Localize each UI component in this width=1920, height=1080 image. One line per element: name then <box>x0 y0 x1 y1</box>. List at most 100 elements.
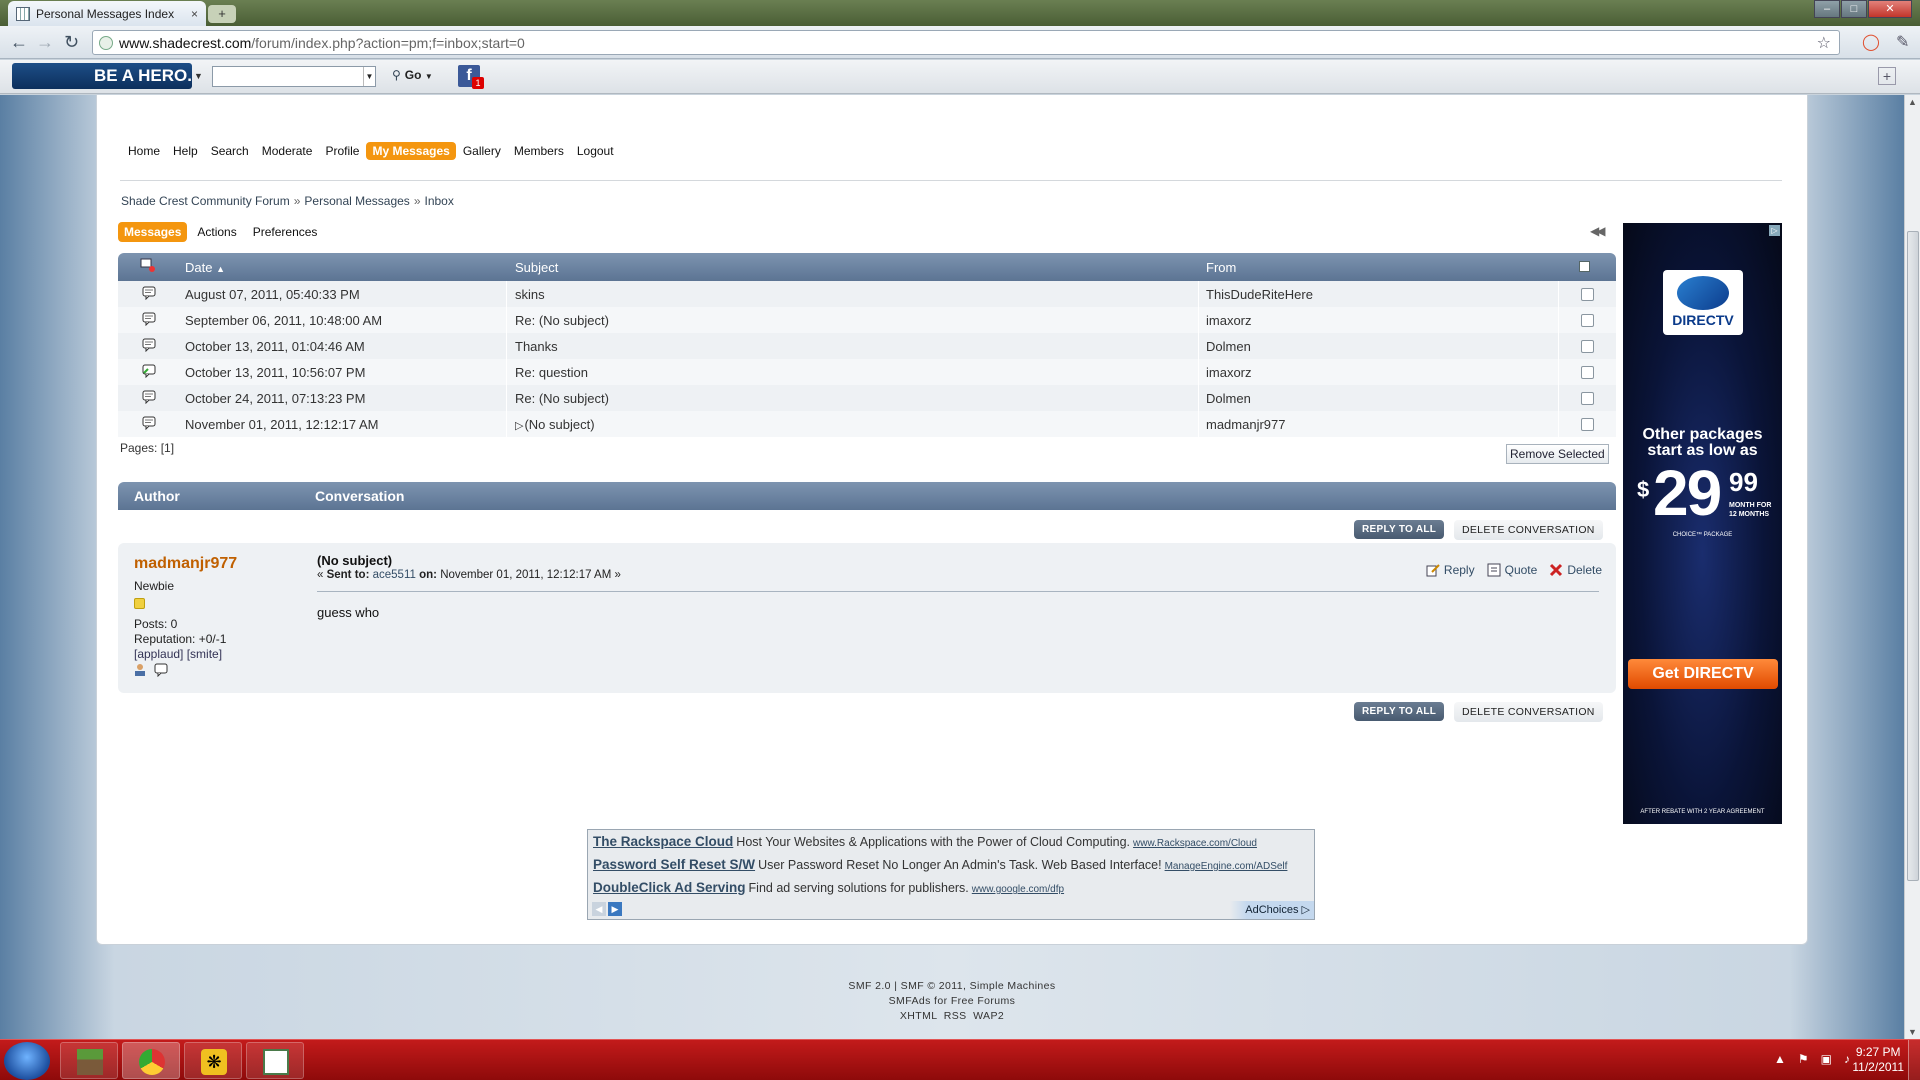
back-arrow-icon[interactable]: ← <box>10 32 28 53</box>
address-bar[interactable]: www.shadecrest.com /forum/index.php?acti… <box>92 30 1840 55</box>
karma-links[interactable]: [applaud] [smite] <box>134 647 222 661</box>
recipient-link[interactable]: ace5511 <box>373 569 416 581</box>
tray-expand-icon[interactable]: ▲ <box>1774 1052 1786 1066</box>
text-ad-url[interactable]: ManageEngine.com/ADSelf <box>1165 861 1288 872</box>
menu-moderate[interactable]: Moderate <box>256 142 319 160</box>
pm-from[interactable]: imaxorz <box>1206 313 1252 328</box>
new-tab-button[interactable]: + <box>208 5 236 23</box>
toolbar-add-icon[interactable]: + <box>1878 67 1896 85</box>
text-ad-item[interactable]: DoubleClick Ad Serving Find ad serving so… <box>593 880 1064 895</box>
pm-from[interactable]: imaxorz <box>1206 365 1252 380</box>
select-all-checkbox[interactable] <box>1579 261 1590 272</box>
header-from[interactable]: From <box>1206 260 1236 275</box>
poster-name[interactable]: madmanjr977 <box>134 555 237 573</box>
pm-row[interactable]: October 13, 2011, 01:04:46 AM Thanks Dolme… <box>118 333 1616 359</box>
quote-button[interactable]: Quote <box>1487 563 1537 577</box>
pm-select-checkbox[interactable] <box>1581 340 1594 353</box>
start-button[interactable] <box>4 1042 50 1080</box>
pm-row[interactable]: September 06, 2011, 10:48:00 AM Re: (No s… <box>118 307 1616 333</box>
pm-subject[interactable]: Re: (No subject) <box>515 313 609 328</box>
pm-subject[interactable]: Re: question <box>515 365 588 380</box>
menu-members[interactable]: Members <box>508 142 570 160</box>
footer-smfads[interactable]: SMFAds for Free Forums <box>0 994 1904 1009</box>
menu-my-messages[interactable]: My Messages <box>366 142 456 160</box>
reply-to-all-button-bottom[interactable]: REPLY TO ALL <box>1354 702 1445 721</box>
menu-help[interactable]: Help <box>167 142 204 160</box>
profile-icon[interactable] <box>134 663 148 677</box>
ad-cta-button[interactable]: Get DIRECTV <box>1628 659 1778 689</box>
collapse-sidebar-icon[interactable]: ◀◀ <box>1590 224 1606 238</box>
bookmark-star-icon[interactable]: ☆ <box>1817 33 1831 53</box>
go-button[interactable]: ⚲ Go ▼ <box>392 68 433 82</box>
ad-prev-icon[interactable]: ◀ <box>592 902 606 916</box>
forward-arrow-icon[interactable]: → <box>36 32 54 53</box>
taskbar-app-minecraft[interactable] <box>60 1042 118 1079</box>
pm-row[interactable]: October 13, 2011, 10:56:07 PM Re: questio… <box>118 359 1616 385</box>
action-center-icon[interactable]: ⚑ <box>1798 1052 1809 1066</box>
pm-from[interactable]: madmanjr977 <box>1206 417 1286 432</box>
pm-subject-text[interactable]: Re: (No subject) <box>515 391 609 406</box>
minimize-button[interactable]: – <box>1814 0 1840 18</box>
remove-selected-button[interactable]: Remove Selected <box>1506 444 1609 464</box>
adchoices-link[interactable]: AdChoices ▷ <box>1230 901 1314 919</box>
pm-row[interactable]: October 24, 2011, 07:13:23 PM Re: (No sub… <box>118 385 1616 411</box>
text-ad-title[interactable]: Password Self Reset S/W <box>593 857 755 872</box>
search-dropdown-icon[interactable]: ▼ <box>363 67 375 86</box>
delete-conversation-button[interactable]: DELETE CONVERSATION <box>1454 520 1603 540</box>
toolbar-search-input[interactable]: ▼ <box>212 66 376 87</box>
menu-home[interactable]: Home <box>122 142 166 160</box>
reply-button[interactable]: Reply <box>1426 563 1475 577</box>
header-date[interactable]: Date ▲ <box>185 260 225 275</box>
pm-subject-text[interactable]: Thanks <box>515 339 558 354</box>
pm-subject[interactable]: Thanks <box>515 339 558 354</box>
delete-button[interactable]: Delete <box>1549 563 1602 577</box>
tab-actions[interactable]: Actions <box>191 222 242 242</box>
network-icon[interactable]: ▣ <box>1821 1052 1832 1066</box>
footer-copyright[interactable]: SMF 2.0 | SMF © 2011, Simple Machines <box>0 979 1904 994</box>
text-ad-title[interactable]: The Rackspace Cloud <box>593 834 733 849</box>
tab-messages[interactable]: Messages <box>118 222 188 242</box>
breadcrumb-inbox[interactable]: Inbox <box>425 194 454 208</box>
pagination[interactable]: Pages: [1] <box>120 441 174 455</box>
pm-subject[interactable]: ▷(No subject) <box>515 417 595 432</box>
taskbar-app-chrome[interactable] <box>122 1042 180 1079</box>
pm-select-checkbox[interactable] <box>1581 366 1594 379</box>
pm-row[interactable]: August 07, 2011, 05:40:33 PM skins ThisDud… <box>118 281 1616 307</box>
pm-select-checkbox[interactable] <box>1581 288 1594 301</box>
text-ad-item[interactable]: Password Self Reset S/W User Password Res… <box>593 857 1287 872</box>
text-ad-url[interactable]: www.google.com/dfp <box>972 884 1064 895</box>
reload-icon[interactable]: ↻ <box>64 32 79 53</box>
wrench-icon[interactable]: ✎ <box>1896 32 1909 52</box>
breadcrumb-forum[interactable]: Shade Crest Community Forum <box>121 194 290 208</box>
pm-subject[interactable]: Re: (No subject) <box>515 391 609 406</box>
pm-from[interactable]: Dolmen <box>1206 339 1251 354</box>
maximize-button[interactable]: □ <box>1841 0 1867 18</box>
menu-gallery[interactable]: Gallery <box>457 142 507 160</box>
taskbar-clock[interactable]: 9:27 PM 11/2/2011 <box>1852 1045 1904 1075</box>
directv-ad[interactable]: ▷ DIRECTV Other packages start as low as… <box>1623 223 1782 824</box>
scroll-down-icon[interactable]: ▼ <box>1908 1027 1917 1037</box>
send-pm-icon[interactable] <box>154 663 168 677</box>
scrollbar-thumb[interactable] <box>1907 231 1919 881</box>
show-desktop-button[interactable] <box>1908 1040 1920 1080</box>
tab-preferences[interactable]: Preferences <box>247 222 324 242</box>
scroll-up-icon[interactable]: ▲ <box>1908 97 1917 107</box>
delete-conversation-button-bottom[interactable]: DELETE CONVERSATION <box>1454 702 1603 722</box>
text-ad-title[interactable]: DoubleClick Ad Serving <box>593 880 746 895</box>
toolbar-brand-logo[interactable]: BE A HERO. <box>12 63 192 89</box>
pm-select-checkbox[interactable] <box>1581 314 1594 327</box>
pm-subject-text[interactable]: (No subject) <box>524 417 594 432</box>
menu-profile[interactable]: Profile <box>319 142 365 160</box>
close-window-button[interactable]: ✕ <box>1868 0 1912 18</box>
pm-from[interactable]: Dolmen <box>1206 391 1251 406</box>
taskbar-app-window[interactable] <box>246 1042 304 1079</box>
volume-icon[interactable]: ♪ <box>1844 1052 1850 1066</box>
extension-icon[interactable]: ◯ <box>1862 32 1880 52</box>
pm-select-checkbox[interactable] <box>1581 418 1594 431</box>
tab-close-icon[interactable]: × <box>191 7 198 21</box>
pm-subject-text[interactable]: Re: question <box>515 365 588 380</box>
ad-next-icon[interactable]: ▶ <box>608 902 622 916</box>
breadcrumb-personal-messages[interactable]: Personal Messages <box>304 194 409 208</box>
footer-links[interactable]: XHTML RSS WAP2 <box>0 1009 1904 1024</box>
pm-subject-text[interactable]: skins <box>515 287 545 302</box>
